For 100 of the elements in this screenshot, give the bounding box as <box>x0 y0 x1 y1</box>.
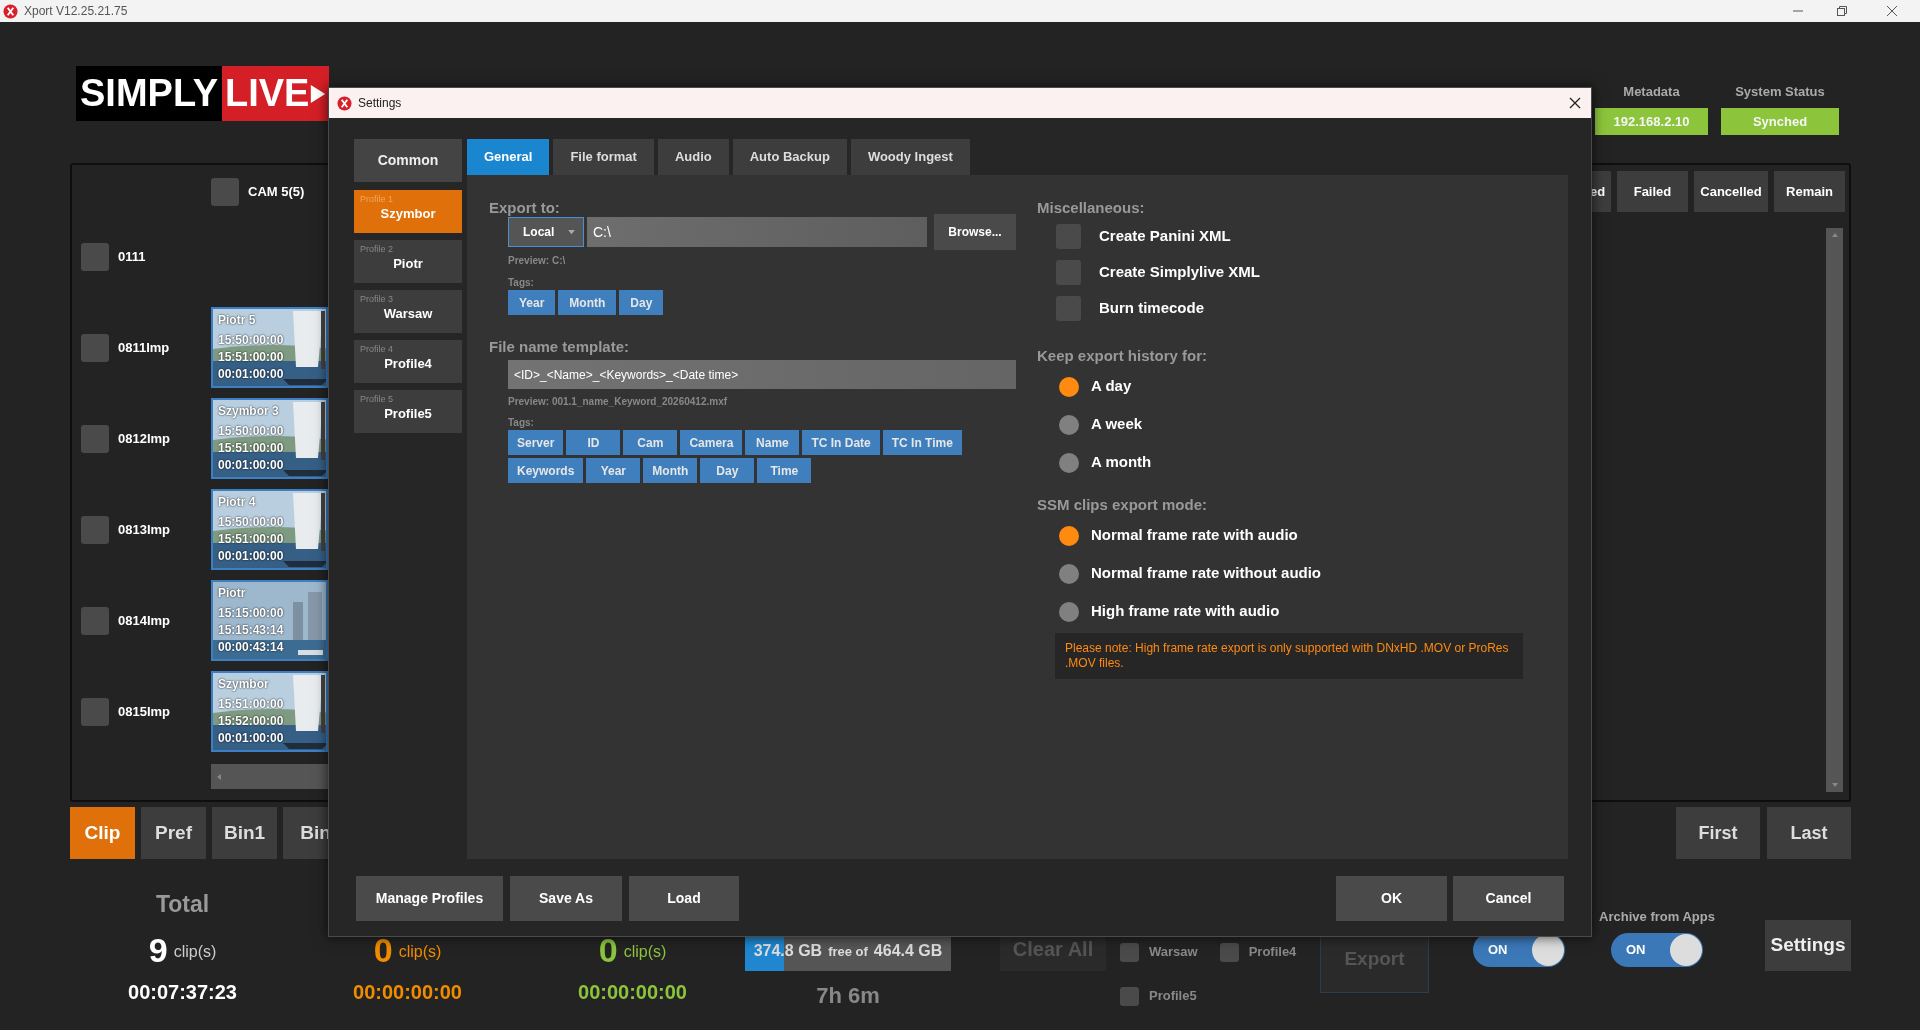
footer-button[interactable]: Load <box>629 876 739 921</box>
nav-button[interactable]: Last <box>1767 807 1851 859</box>
footer-button[interactable]: Save As <box>510 876 622 921</box>
tag-button[interactable]: Year <box>508 290 556 315</box>
column-header[interactable]: Remain <box>1774 171 1845 212</box>
tag-button[interactable]: Name <box>745 430 800 455</box>
section-label: Export to: <box>489 198 561 217</box>
app-icon <box>3 3 18 19</box>
clip-count: 0 <box>373 933 393 967</box>
settings-tab[interactable]: Woody Ingest <box>850 139 970 175</box>
tag-button[interactable]: TC In Date <box>802 430 880 455</box>
option-label: A month <box>1091 452 1152 473</box>
footer-button[interactable]: Cancel <box>1453 876 1564 921</box>
browse-button[interactable]: Browse... <box>934 214 1016 250</box>
checkbox[interactable] <box>81 606 109 635</box>
tag-button[interactable]: Day <box>619 290 664 315</box>
clip-time: 00:01:00:00 <box>218 730 285 747</box>
profile-button[interactable]: Profile 5 Profile5 <box>354 390 462 433</box>
radio-button[interactable] <box>1059 525 1079 546</box>
logo-text: LIVE <box>225 71 310 116</box>
clip-time: 00:01:00:00 <box>218 366 285 383</box>
section-label: SSM clips export mode: <box>1037 495 1209 514</box>
checkbox[interactable] <box>1120 942 1139 962</box>
radio-button[interactable] <box>1059 563 1079 584</box>
checkbox-label: Profile4 <box>1248 943 1297 962</box>
camera-label: CAM 5(5) <box>248 183 305 202</box>
vertical-scrollbar[interactable] <box>1826 228 1843 792</box>
tag-button[interactable]: Month <box>558 290 617 315</box>
clip-time: 15:52:00:00 <box>218 713 285 730</box>
clip-thumbnail[interactable]: Piotr 4 15:50:00:00 15:51:00:00 00:01:00:00 <box>211 489 328 570</box>
checkbox[interactable] <box>81 424 109 453</box>
footer-button[interactable]: OK <box>1336 876 1447 921</box>
column-header[interactable]: Failed <box>1617 171 1688 212</box>
profile-button[interactable]: Profile 4 Profile4 <box>354 340 462 383</box>
checkbox[interactable] <box>1219 942 1239 962</box>
view-tab[interactable]: Pref <box>141 807 206 859</box>
option-label: Burn timecode <box>1099 298 1204 319</box>
common-button[interactable]: Common <box>354 139 462 182</box>
tag-button[interactable]: Year <box>586 458 641 483</box>
tag-button[interactable]: Camera <box>680 430 743 455</box>
checkbox[interactable] <box>81 697 109 726</box>
clip-unit: clip(s) <box>173 942 217 962</box>
clip-thumbnail[interactable]: Szymbor 15:51:00:00 15:52:00:00 00:01:00:00 <box>211 671 328 752</box>
clip-thumbnail[interactable]: Piotr 5 15:50:00:00 15:51:00:00 00:01:00:00 <box>211 307 328 388</box>
clip-title: Piotr 4 <box>218 494 257 510</box>
tag-button[interactable]: Server <box>508 430 564 455</box>
clip-thumbnail[interactable]: Piotr 15:15:00:00 15:15:43:14 00:00:43:14 <box>211 580 328 661</box>
dialog-title: Settings <box>358 95 403 112</box>
settings-tab[interactable]: General <box>467 139 550 175</box>
clip-time: 15:50:00:00 <box>218 514 285 531</box>
storage-total: 464.4 GB <box>873 941 943 961</box>
toggle-switch[interactable]: ON <box>1611 933 1703 967</box>
tag-button[interactable]: Day <box>700 458 755 483</box>
settings-button[interactable]: Settings <box>1765 920 1851 971</box>
scroll-down-icon <box>1830 781 1839 789</box>
row-label: 0815Imp <box>118 702 172 721</box>
checkbox[interactable] <box>81 242 109 271</box>
tag-button[interactable]: Time <box>757 458 812 483</box>
tag-button[interactable]: Keywords <box>508 458 584 483</box>
clip-count: 9 <box>148 933 168 967</box>
tag-button[interactable]: Cam <box>623 430 678 455</box>
close-icon <box>1886 5 1898 17</box>
total-duration: 00:00:00:00 <box>353 980 462 1005</box>
clip-time: 15:51:00:00 <box>218 696 285 713</box>
destination-dropdown[interactable]: Local <box>508 217 584 247</box>
clip-time: 00:01:00:00 <box>218 457 285 474</box>
profile-button[interactable]: Profile 2 Piotr <box>354 240 462 283</box>
radio-button[interactable] <box>1059 452 1079 473</box>
view-tab[interactable]: Bin1 <box>212 807 277 859</box>
checkbox[interactable] <box>211 178 239 206</box>
checkbox[interactable] <box>1120 986 1139 1006</box>
checkbox[interactable] <box>81 515 109 544</box>
remaining-time: 7h 6m <box>816 982 880 1010</box>
tag-button[interactable]: Month <box>643 458 698 483</box>
template-field[interactable]: <ID>_<Name>_<Keywords>_<Date time> <box>508 360 1016 389</box>
window-title: Xport V12.25.21.75 <box>24 3 129 20</box>
settings-tab[interactable]: File format <box>553 139 654 175</box>
radio-button[interactable] <box>1059 601 1079 622</box>
radio-button[interactable] <box>1059 376 1079 397</box>
profile-button[interactable]: Profile 3 Warsaw <box>354 290 462 333</box>
row-label: 0812Imp <box>118 429 172 448</box>
app-icon <box>337 95 352 111</box>
column-header[interactable]: Cancelled <box>1694 171 1768 212</box>
horizontal-scrollbar[interactable] <box>211 764 328 789</box>
tag-button[interactable]: ID <box>566 430 621 455</box>
row-label: 0811Imp <box>118 338 171 357</box>
section-label: File name template: <box>489 337 631 356</box>
footer-button[interactable]: Manage Profiles <box>356 876 503 921</box>
restore-icon <box>1836 5 1848 17</box>
option-label: Create Simplylive XML <box>1099 262 1260 283</box>
clip-unit: clip(s) <box>623 942 667 962</box>
settings-tab[interactable]: Auto Backup <box>732 139 847 175</box>
nav-button[interactable]: First <box>1676 807 1760 859</box>
tag-button[interactable]: TC In Time <box>882 430 962 455</box>
clip-time: 15:51:00:00 <box>218 440 285 457</box>
settings-tab[interactable]: Audio <box>657 139 729 175</box>
path-field[interactable]: C:\ <box>587 217 927 247</box>
radio-button[interactable] <box>1059 414 1079 435</box>
clip-thumbnail[interactable]: Szymbor 3 15:50:00:00 15:51:00:00 00:01:00:00 <box>211 398 328 479</box>
checkbox[interactable] <box>81 333 109 362</box>
